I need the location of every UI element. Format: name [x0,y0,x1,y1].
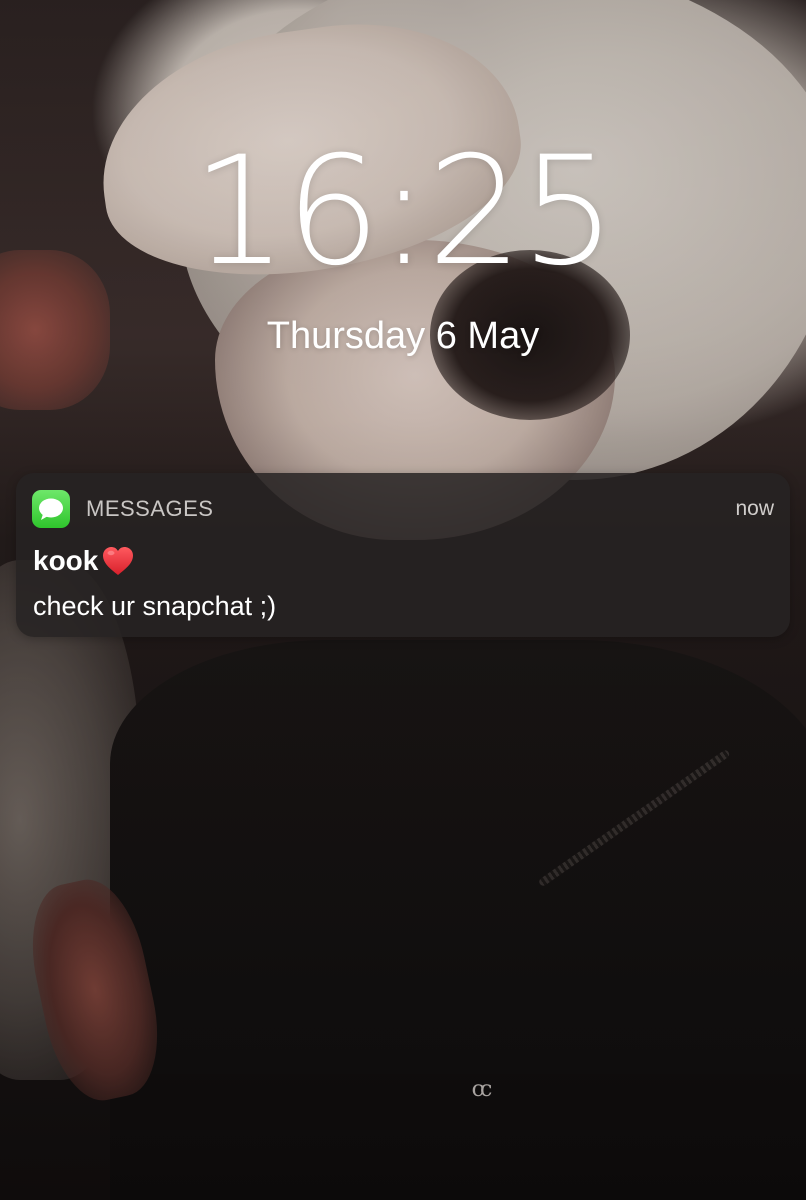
sender-name: kook [33,545,99,576]
notification-header: MESSAGES now [32,490,774,528]
notification-app-name: MESSAGES [86,496,214,521]
notification-message: check ur snapchat ;) [33,591,277,621]
notification-timestamp: now [735,497,774,520]
red-heart-icon [100,544,136,578]
lock-screen: cc 16:25 Thursday 6 May MESSAGES now koo… [0,0,806,1200]
notification-sender: kook [33,543,136,579]
messages-bubble-icon [32,490,70,528]
lockscreen-time: 16:25 [191,125,616,299]
lockscreen-date: Thursday 6 May [266,315,540,357]
message-notification[interactable]: MESSAGES now kook check ur snapchat ;) [16,473,790,637]
